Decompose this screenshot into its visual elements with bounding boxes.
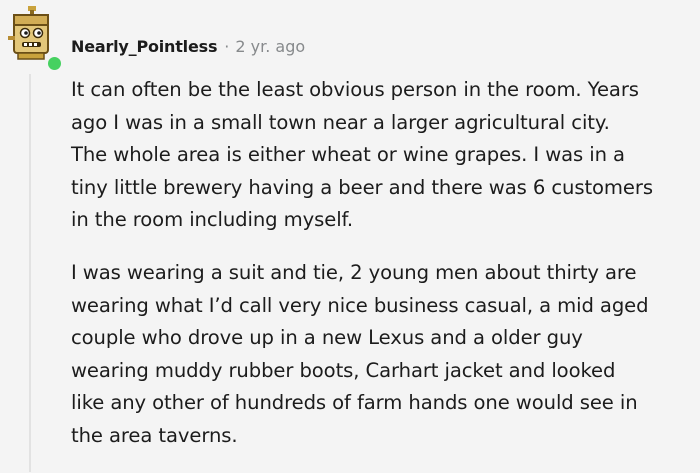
text-line: It can often be the least obvious person… [71,78,639,101]
text-line: like any other of hundreds of farm hands… [71,391,638,415]
comment-body: It can often be the least obvious person… [71,74,696,473]
robot-box-avatar-icon [8,6,49,60]
text-line: The whole area is either wheat or wine g… [71,143,625,167]
comment: Nearly_Pointless · 2 yr. ago It can ofte… [0,0,700,472]
text-line: couple who drove up in a new Lexus and a… [71,326,583,350]
comment-paragraph: I was wearing a suit and tie, 2 young me… [71,257,696,453]
thread-collapse-line[interactable] [29,74,31,472]
text-line: wearing what I’d call very nice business… [71,293,649,317]
text-line: I was wearing a suit and tie, 2 young me… [71,260,637,284]
username-link[interactable]: Nearly_Pointless [71,37,217,56]
text-line: tiny little brewery having a beer and th… [71,175,653,199]
comment-age[interactable]: 2 yr. ago [235,37,305,56]
text-line: the area taverns. [71,423,238,447]
online-status-dot [46,55,63,72]
text-line: wearing muddy rubber boots, Carhart jack… [71,358,616,382]
avatar[interactable] [8,6,63,72]
comment-paragraph: It can often be the least obvious person… [71,74,696,237]
text-line: in the room including myself. [71,208,354,232]
text-line: ago I was in a small town near a larger … [71,110,610,134]
comment-meta: Nearly_Pointless · 2 yr. ago [71,35,305,57]
meta-separator: · [224,36,230,56]
